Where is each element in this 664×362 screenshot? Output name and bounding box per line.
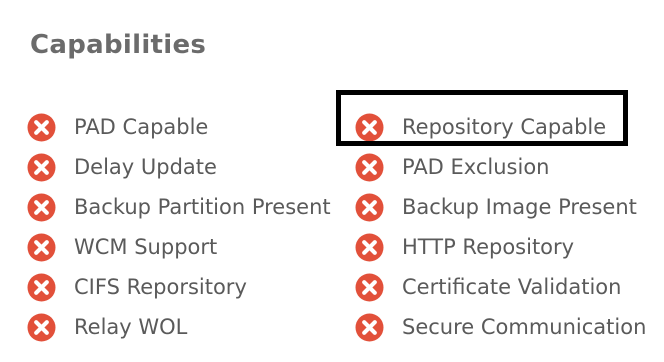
capability-pad-exclusion: PAD Exclusion [355,147,646,187]
capability-label: Certificate Validation [402,274,622,299]
error-x-icon [27,233,56,261]
highlight-box [336,90,628,146]
error-x-icon [355,273,384,301]
error-x-icon [355,193,384,221]
capability-wcm-support: WCM Support [27,227,331,267]
capability-label: PAD Exclusion [402,154,550,179]
error-x-icon [27,153,56,181]
capability-label: Relay WOL [74,314,188,339]
error-x-icon [355,233,384,261]
error-x-icon [355,313,384,341]
capability-label: WCM Support [74,234,218,259]
capability-backup-partition-present: Backup Partition Present [27,187,331,227]
capability-secure-communication: Secure Communication [355,307,646,347]
error-x-icon [355,153,384,181]
capability-delay-update: Delay Update [27,147,331,187]
capability-backup-image-present: Backup Image Present [355,187,646,227]
capability-cifs-repository: CIFS Reporsitory [27,267,331,307]
error-x-icon [27,313,56,341]
error-x-icon [27,113,56,141]
capability-label: Delay Update [74,154,217,179]
capability-label: HTTP Repository [402,234,575,259]
capabilities-left-column: PAD Capable Delay Update Backup Partitio… [27,107,331,347]
capability-relay-wol: Relay WOL [27,307,331,347]
capability-pad-capable: PAD Capable [27,107,331,147]
capability-label: PAD Capable [74,114,209,139]
capability-label: CIFS Reporsitory [74,274,247,299]
capability-http-repository: HTTP Repository [355,227,646,267]
capabilities-title: Capabilities [30,30,207,60]
error-x-icon [27,273,56,301]
capability-certificate-validation: Certificate Validation [355,267,646,307]
capability-label: Backup Partition Present [74,194,331,219]
error-x-icon [27,193,56,221]
capability-label: Backup Image Present [402,194,637,219]
capability-label: Secure Communication [402,314,647,339]
